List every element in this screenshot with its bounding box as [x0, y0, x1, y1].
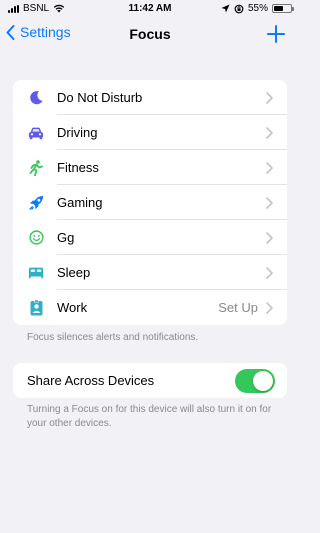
page-title: Focus — [129, 26, 171, 42]
chevron-right-icon — [266, 301, 273, 314]
focus-item-sleep[interactable]: Sleep — [13, 255, 287, 290]
focus-item-work[interactable]: Work Set Up — [13, 290, 287, 325]
setup-status: Set Up — [218, 300, 258, 315]
chevron-right-icon — [266, 91, 273, 104]
bed-icon — [28, 265, 44, 281]
status-bar: BSNL 11:42 AM 55% — [0, 0, 300, 18]
focus-item-label: Work — [57, 300, 88, 315]
focus-footer-note: Focus silences alerts and notifications. — [27, 332, 199, 343]
location-icon — [221, 4, 230, 13]
running-icon — [28, 159, 44, 176]
chevron-right-icon — [266, 196, 273, 209]
focus-item-label: Driving — [57, 125, 98, 140]
focus-item-fitness[interactable]: Fitness — [13, 150, 287, 185]
focus-item-do-not-disturb[interactable]: Do Not Disturb — [13, 80, 287, 115]
share-across-devices-group: Share Across Devices — [13, 363, 287, 398]
rocket-icon — [28, 195, 44, 211]
smiley-icon — [28, 230, 44, 246]
focus-item-driving[interactable]: Driving — [13, 115, 287, 150]
toggle-knob — [253, 370, 273, 391]
orientation-lock-icon — [234, 4, 244, 13]
focus-item-gg[interactable]: Gg — [13, 220, 287, 255]
share-across-devices-label: Share Across Devices — [27, 373, 155, 388]
battery-fill — [274, 6, 283, 11]
chevron-right-icon — [266, 231, 273, 244]
status-right: 55% — [221, 3, 294, 14]
car-icon — [28, 125, 44, 141]
focus-item-label: Fitness — [57, 160, 99, 175]
moon-icon — [28, 90, 44, 106]
share-across-devices-toggle[interactable] — [235, 368, 275, 393]
battery-percent: 55% — [247, 3, 268, 14]
focus-item-label: Do Not Disturb — [57, 90, 143, 105]
navigation-bar: Settings Focus — [0, 22, 300, 46]
focus-list: Do Not Disturb Driving Fitness Gaming Gg… — [13, 80, 287, 325]
battery-icon — [272, 4, 294, 13]
add-focus-button[interactable] — [266, 24, 286, 44]
share-across-devices-row: Share Across Devices — [13, 363, 287, 398]
work-badge-icon — [28, 299, 44, 316]
focus-item-gaming[interactable]: Gaming — [13, 185, 287, 220]
chevron-right-icon — [266, 161, 273, 174]
chevron-right-icon — [266, 126, 273, 139]
focus-item-label: Sleep — [57, 265, 91, 280]
focus-item-label: Gaming — [57, 195, 103, 210]
chevron-right-icon — [266, 266, 273, 279]
focus-item-label: Gg — [57, 230, 75, 245]
share-footer-note: Turning a Focus on for this device will … — [27, 404, 272, 429]
